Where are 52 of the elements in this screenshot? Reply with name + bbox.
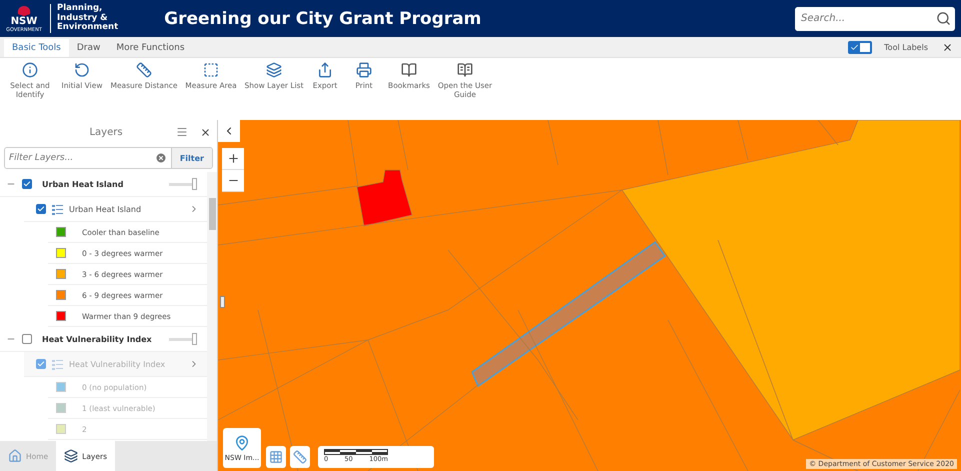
logo-text: NSW (10, 16, 38, 26)
legend-list-icon (52, 204, 63, 214)
tool-icon (266, 62, 282, 78)
close-icon[interactable] (200, 126, 211, 138)
tab[interactable]: Draw (68, 39, 108, 57)
layer-checkbox[interactable] (22, 334, 32, 344)
sublayer-checkbox[interactable] (36, 204, 46, 214)
filter-button[interactable]: Filter (170, 148, 212, 168)
scale-bar-icon (324, 449, 388, 455)
sublayer-name: Urban Heat Island (69, 204, 142, 214)
legend-list-icon (52, 358, 63, 370)
tool-icon (317, 62, 333, 78)
grid-icon (269, 450, 283, 464)
layer-name: Urban Heat Island (42, 180, 124, 188)
sublayer-name: Heat Vulnerability Index (69, 360, 166, 368)
tool-labels-toggle[interactable] (848, 40, 872, 54)
layer-name: Heat Vulnerability Index (42, 334, 153, 344)
tool-icon (136, 62, 152, 78)
tool-icon (457, 62, 473, 78)
ruler-icon (293, 450, 307, 464)
menu-icon[interactable] (176, 126, 188, 138)
scale-button[interactable] (290, 446, 310, 468)
tool-icon (74, 62, 90, 78)
zoom-in-button[interactable] (222, 148, 244, 170)
close-icon[interactable] (942, 42, 953, 52)
scrollbar[interactable] (207, 172, 217, 441)
home-icon (8, 449, 22, 463)
tool-icon (203, 62, 219, 78)
filter-bar[interactable]: Filter Layers... Filter (4, 147, 213, 169)
tool-icon (356, 62, 372, 78)
map-pin-icon (234, 434, 250, 450)
tab[interactable]: Basic Tools (4, 39, 69, 57)
org-name: Environment (57, 23, 118, 33)
plus-icon (226, 152, 240, 165)
opacity-slider[interactable] (169, 333, 197, 345)
tool-labels-label: Tool Labels (884, 42, 928, 52)
collapse-panel-button[interactable] (218, 120, 240, 142)
tool-icon (22, 62, 38, 78)
resize-handle[interactable] (220, 296, 225, 308)
grid-button[interactable] (266, 446, 286, 468)
opacity-slider[interactable] (169, 178, 197, 190)
layers-icon (64, 449, 78, 463)
app-title: Greening our City Grant Program (164, 8, 482, 28)
check-icon (850, 42, 860, 52)
tool-icon (401, 62, 417, 78)
tab[interactable]: More Functions (108, 39, 193, 57)
org-name: Planning, (57, 4, 104, 14)
org-name: Industry & (57, 14, 108, 23)
search-icon (936, 11, 951, 26)
clear-icon[interactable] (154, 152, 167, 164)
panel-title: Layers (88, 126, 124, 138)
layer-checkbox[interactable] (22, 179, 32, 189)
